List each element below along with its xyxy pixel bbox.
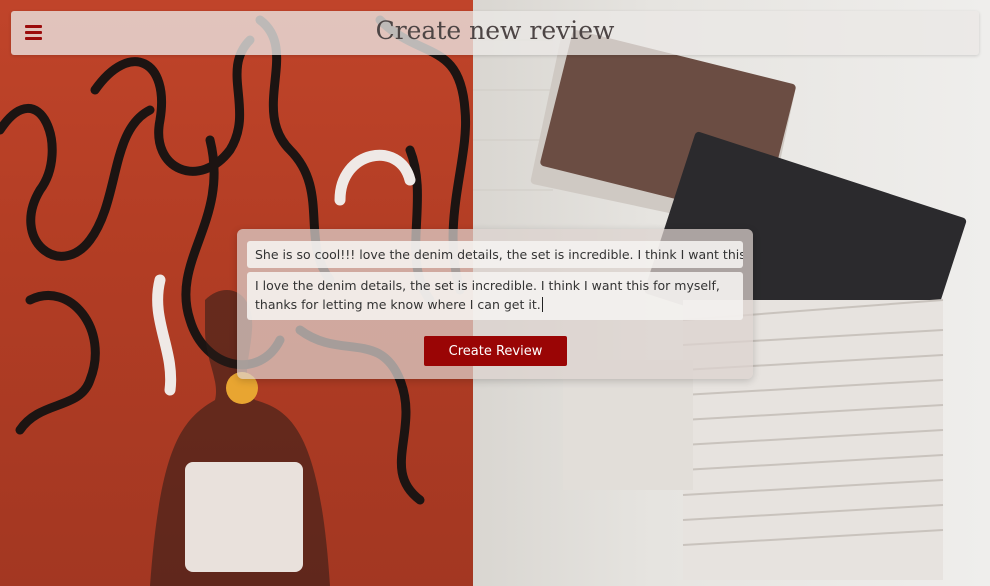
create-review-page: Create new review She is so cool!!! love… [0,0,990,586]
page-title: Create new review [375,16,615,45]
text-caret [541,297,543,312]
review-title-input[interactable]: She is so cool!!! love the denim details… [247,241,743,268]
review-body-textarea[interactable]: I love the denim details, the set is inc… [247,272,743,320]
review-body-text: I love the denim details, the set is inc… [255,278,720,312]
review-form: She is so cool!!! love the denim details… [237,229,753,379]
create-review-button[interactable]: Create Review [424,336,567,366]
top-header-bar: Create new review [11,11,979,55]
